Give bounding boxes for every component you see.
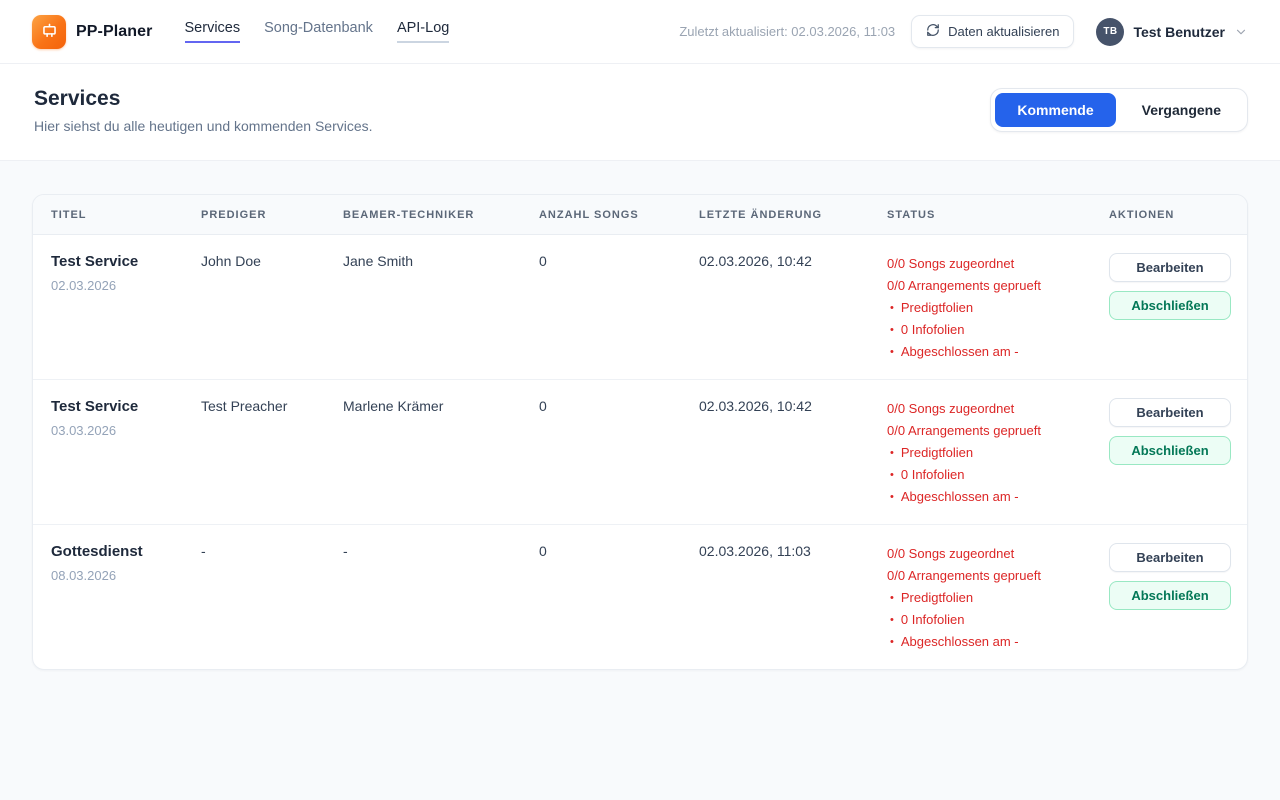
preacher-cell: Test Preacher [201,396,343,508]
beamer-cell: Jane Smith [343,251,539,363]
col-status: Status [887,209,1109,221]
beamer-cell: Marlene Krämer [343,396,539,508]
service-date: 02.03.2026 [51,278,201,293]
col-letzte-aenderung: Letzte Änderung [699,209,887,221]
complete-button[interactable]: Abschließen [1109,581,1231,610]
table-header-row: Titel Prediger Beamer-Techniker Anzahl S… [33,195,1247,235]
page-head: Services Hier siehst du alle heutigen un… [0,64,1280,161]
edit-button[interactable]: Bearbeiten [1109,543,1231,572]
col-aktionen: Aktionen [1109,209,1229,221]
table-row: Test Service 02.03.2026 John Doe Jane Sm… [33,235,1247,379]
service-title-cell: Gottesdienst 08.03.2026 [51,541,201,653]
brand-name: PP-Planer [76,23,153,41]
status-bullet: Predigtfolien [887,442,1093,464]
preacher-cell: - [201,541,343,653]
filter-past-button[interactable]: Vergangene [1120,93,1243,127]
status-line: 0/0 Arrangements geprueft [887,275,1093,297]
complete-button[interactable]: Abschließen [1109,436,1231,465]
last-updated-text: Zuletzt aktualisiert: 02.03.2026, 11:03 [679,24,895,39]
col-prediger: Prediger [201,209,343,221]
brand: PP-Planer [32,15,153,49]
user-menu[interactable]: TB Test Benutzer [1096,18,1248,46]
page-title: Services [34,87,373,111]
status-bullet: 0 Infofolien [887,464,1093,486]
status-line: 0/0 Arrangements geprueft [887,565,1093,587]
col-anzahl-songs: Anzahl Songs [539,209,699,221]
table-row: Test Service 03.03.2026 Test Preacher Ma… [33,379,1247,524]
user-name: Test Benutzer [1133,24,1225,40]
page-subtitle: Hier siehst du alle heutigen und kommend… [34,118,373,134]
status-bullet: Abgeschlossen am - [887,486,1093,508]
edit-button[interactable]: Bearbeiten [1109,398,1231,427]
edit-button[interactable]: Bearbeiten [1109,253,1231,282]
status-bullet: Abgeschlossen am - [887,631,1093,653]
filter-upcoming-button[interactable]: Kommende [995,93,1115,127]
avatar: TB [1096,18,1124,46]
service-title-cell: Test Service 03.03.2026 [51,396,201,508]
actions-cell: Bearbeiten Abschließen [1109,251,1231,363]
status-line: 0/0 Songs zugeordnet [887,398,1093,420]
service-date: 08.03.2026 [51,568,201,583]
beamer-cell: - [343,541,539,653]
modified-cell: 02.03.2026, 10:42 [699,396,887,508]
main-content: Titel Prediger Beamer-Techniker Anzahl S… [0,161,1280,703]
refresh-data-button[interactable]: Daten aktualisieren [911,15,1074,48]
actions-cell: Bearbeiten Abschließen [1109,541,1231,653]
song-count-cell: 0 [539,541,699,653]
app-logo-icon [32,15,66,49]
status-bullet: Predigtfolien [887,587,1093,609]
status-bullet: 0 Infofolien [887,609,1093,631]
complete-button[interactable]: Abschließen [1109,291,1231,320]
status-cell: 0/0 Songs zugeordnet 0/0 Arrangements ge… [887,396,1109,508]
service-title: Gottesdienst [51,543,201,560]
status-bullet: 0 Infofolien [887,319,1093,341]
modified-cell: 02.03.2026, 10:42 [699,251,887,363]
nav-api-log[interactable]: API-Log [397,20,449,43]
service-title: Test Service [51,398,201,415]
modified-cell: 02.03.2026, 11:03 [699,541,887,653]
refresh-icon [926,23,940,40]
status-cell: 0/0 Songs zugeordnet 0/0 Arrangements ge… [887,251,1109,363]
status-bullet: Predigtfolien [887,297,1093,319]
status-line: 0/0 Songs zugeordnet [887,543,1093,565]
refresh-button-label: Daten aktualisieren [948,24,1059,39]
service-title: Test Service [51,253,201,270]
chevron-down-icon [1234,25,1248,39]
service-title-cell: Test Service 02.03.2026 [51,251,201,363]
main-nav: Services Song-Datenbank API-Log [185,20,450,43]
page-head-text: Services Hier siehst du alle heutigen un… [34,87,373,134]
col-titel: Titel [51,209,201,221]
status-cell: 0/0 Songs zugeordnet 0/0 Arrangements ge… [887,541,1109,653]
song-count-cell: 0 [539,251,699,363]
header-right: Zuletzt aktualisiert: 02.03.2026, 11:03 … [679,15,1248,48]
actions-cell: Bearbeiten Abschließen [1109,396,1231,508]
col-beamer-techniker: Beamer-Techniker [343,209,539,221]
table-row: Gottesdienst 08.03.2026 - - 0 02.03.2026… [33,524,1247,669]
service-date: 03.03.2026 [51,423,201,438]
song-count-cell: 0 [539,396,699,508]
status-line: 0/0 Songs zugeordnet [887,253,1093,275]
preacher-cell: John Doe [201,251,343,363]
filter-toggle: Kommende Vergangene [990,88,1248,132]
app-header: PP-Planer Services Song-Datenbank API-Lo… [0,0,1280,64]
nav-services[interactable]: Services [185,20,241,43]
nav-song-database[interactable]: Song-Datenbank [264,20,373,43]
status-line: 0/0 Arrangements geprueft [887,420,1093,442]
status-bullet: Abgeschlossen am - [887,341,1093,363]
services-table: Titel Prediger Beamer-Techniker Anzahl S… [32,194,1248,670]
